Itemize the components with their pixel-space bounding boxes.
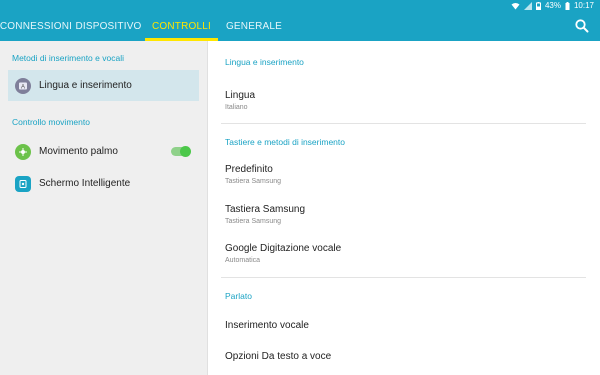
tab-label: DISPOSITIVO [75, 21, 142, 32]
divider [221, 123, 586, 124]
setting-title: Predefinito [225, 164, 273, 175]
toggle-knob [180, 146, 191, 157]
battery-icon [535, 2, 541, 10]
setting-title: Inserimento vocale [225, 320, 309, 331]
sidebar-item-schermo-intelligente[interactable]: Schermo Intelligente [8, 168, 199, 199]
battery-percent: 43% [544, 1, 561, 10]
main-panel: Lingua e inserimento Lingua Italiano Tas… [209, 41, 600, 375]
signal-icon [523, 2, 532, 10]
tab-label: GENERALE [225, 21, 283, 32]
setting-tastiera-samsung[interactable]: Tastiera Samsung Tastiera Samsung [209, 204, 600, 225]
tab-dispositivo[interactable]: DISPOSITIVO [72, 12, 145, 41]
setting-subtitle: Tastiera Samsung [225, 218, 282, 225]
setting-lingua[interactable]: Lingua Italiano [209, 90, 600, 111]
setting-title: Lingua [225, 90, 256, 101]
section-title-parlato: Parlato [225, 291, 252, 301]
smart-screen-icon [15, 175, 31, 192]
sidebar-item-label: Movimento palmo [39, 146, 118, 157]
setting-opzioni-tts[interactable]: Opzioni Da testo a voce [209, 351, 600, 362]
svg-text:A: A [21, 84, 25, 90]
sidebar-item-movimento-palmo[interactable]: Movimento palmo [8, 136, 199, 167]
setting-subtitle: Automatica [225, 257, 261, 264]
palm-motion-icon [15, 143, 31, 160]
setting-inserimento-vocale[interactable]: Inserimento vocale [209, 320, 600, 331]
setting-title: Google Digitazione vocale [225, 243, 342, 254]
sidebar-item-lingua[interactable]: A Lingua e inserimento [8, 70, 199, 101]
tab-bar: CONNESSIONI DISPOSITIVO CONTROLLI GENERA… [0, 12, 600, 41]
sidebar-section-title: Metodi di inserimento e vocali [12, 53, 124, 63]
setting-subtitle: Tastiera Samsung [225, 178, 282, 185]
section-title-lingua: Lingua e inserimento [225, 57, 304, 67]
tab-label: CONTROLLI [151, 21, 212, 32]
sidebar-item-label: Lingua e inserimento [39, 80, 132, 91]
search-icon[interactable] [574, 18, 590, 34]
tab-controlli[interactable]: CONTROLLI [145, 12, 218, 41]
setting-subtitle: Italiano [225, 104, 248, 111]
setting-google-digitazione[interactable]: Google Digitazione vocale Automatica [209, 243, 600, 264]
setting-predefinito[interactable]: Predefinito Tastiera Samsung [209, 164, 600, 185]
tab-connessioni[interactable]: CONNESSIONI [0, 12, 72, 41]
tab-label: CONNESSIONI [0, 21, 73, 32]
language-keyboard-icon: A [15, 77, 31, 94]
palm-motion-toggle[interactable] [171, 146, 191, 157]
setting-title: Tastiera Samsung [225, 204, 306, 215]
section-title-tastiere: Tastiere e metodi di inserimento [225, 137, 346, 147]
settings-screen: 43% 10:17 CONNESSIONI DISPOSITIVO CONTRO… [0, 0, 600, 375]
clock: 10:17 [573, 1, 594, 10]
tab-generale[interactable]: GENERALE [218, 12, 290, 41]
sidebar-item-label: Schermo Intelligente [39, 178, 131, 189]
battery-level-icon [565, 2, 570, 10]
wifi-icon [511, 3, 520, 10]
sidebar-section-title: Controllo movimento [12, 117, 90, 127]
status-bar: 43% 10:17 [0, 0, 600, 12]
divider [221, 277, 586, 278]
setting-title: Opzioni Da testo a voce [225, 351, 332, 362]
sidebar: Metodi di inserimento e vocali A Lingua … [0, 41, 208, 375]
